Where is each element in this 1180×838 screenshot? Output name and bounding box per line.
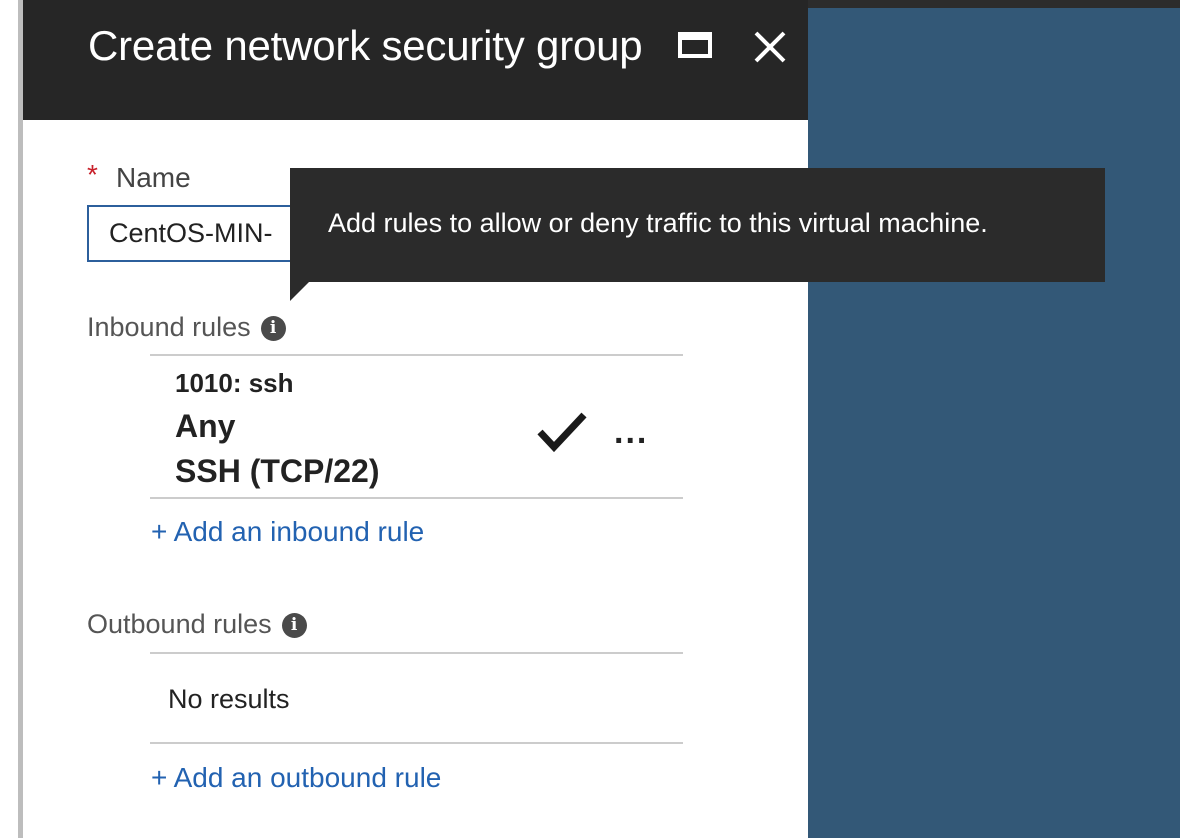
check-icon <box>537 412 587 453</box>
create-nsg-blade: Create network security group * Name Inb… <box>0 0 808 838</box>
more-options-button[interactable]: ... <box>614 413 648 452</box>
outbound-rules-heading: Outbound rules i <box>87 609 307 640</box>
name-label: Name <box>116 162 191 193</box>
rule-source: Any <box>175 408 236 444</box>
background-panel <box>808 8 1180 838</box>
required-marker: * <box>87 159 98 190</box>
inbound-rules-heading: Inbound rules i <box>87 312 286 343</box>
outbound-divider-bottom <box>150 742 683 744</box>
outbound-divider-top <box>150 652 683 654</box>
info-icon[interactable]: i <box>281 613 307 639</box>
add-outbound-rule-link[interactable]: + Add an outbound rule <box>151 762 441 794</box>
maximize-icon[interactable] <box>678 32 712 58</box>
close-icon[interactable] <box>751 28 789 66</box>
inbound-rules-label: Inbound rules <box>87 312 251 342</box>
info-icon[interactable]: i <box>260 316 286 342</box>
inbound-divider-top <box>150 354 683 356</box>
no-results-text: No results <box>168 684 290 714</box>
outbound-rules-label: Outbound rules <box>87 609 272 639</box>
tooltip-pointer <box>290 281 310 301</box>
add-inbound-rule-link[interactable]: + Add an inbound rule <box>151 516 424 548</box>
rule-name: 1010: ssh <box>175 368 294 398</box>
blade-title: Create network security group <box>88 22 643 69</box>
inbound-divider-bottom <box>150 497 683 499</box>
rule-service: SSH (TCP/22) <box>175 453 380 489</box>
tooltip: Add rules to allow or deny traffic to th… <box>290 168 1105 282</box>
blade-left-border <box>18 0 23 838</box>
blade-header: Create network security group <box>23 0 808 120</box>
